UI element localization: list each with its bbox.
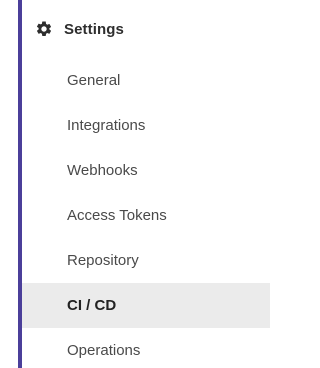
settings-section-header[interactable]: Settings <box>22 8 270 50</box>
sidebar-item-general[interactable]: General <box>22 58 270 103</box>
sidebar-item-integrations[interactable]: Integrations <box>22 103 270 148</box>
settings-nav-list: General Integrations Webhooks Access Tok… <box>22 58 270 368</box>
sidebar-item-ci-cd[interactable]: CI / CD <box>22 283 270 328</box>
sidebar-item-webhooks[interactable]: Webhooks <box>22 148 270 193</box>
gear-icon <box>35 20 53 38</box>
settings-sidebar: Settings General Integrations Webhooks A… <box>0 0 270 368</box>
sidebar-item-operations[interactable]: Operations <box>22 328 270 368</box>
sidebar-item-repository[interactable]: Repository <box>22 238 270 283</box>
sidebar-item-access-tokens[interactable]: Access Tokens <box>22 193 270 238</box>
settings-title: Settings <box>64 20 124 38</box>
